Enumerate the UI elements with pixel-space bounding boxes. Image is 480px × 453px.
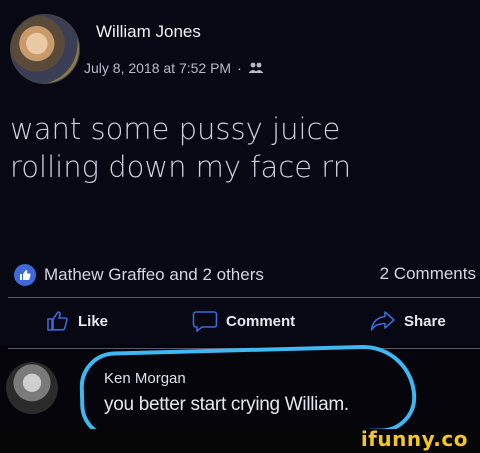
divider bbox=[8, 297, 480, 298]
post-text-line-1: want some pussy juice bbox=[10, 112, 341, 146]
like-button[interactable]: Like bbox=[46, 310, 108, 332]
author-avatar[interactable] bbox=[10, 14, 80, 84]
comment-text: you better start crying William. bbox=[104, 394, 349, 415]
action-bar: Like Comment Share bbox=[0, 310, 480, 340]
reactions-summary[interactable]: Mathew Graffeo and 2 others bbox=[14, 264, 264, 286]
comment-label: Comment bbox=[226, 312, 296, 330]
share-button[interactable]: Share bbox=[370, 310, 446, 332]
meta-separator: · bbox=[237, 60, 242, 76]
post-card: William Jones July 8, 2018 at 7:52 PM · … bbox=[0, 0, 480, 345]
like-label: Like bbox=[78, 312, 109, 330]
comment-icon bbox=[192, 311, 218, 332]
post-text: want some pussy juice rolling down my fa… bbox=[10, 110, 450, 186]
reactions-text: Mathew Graffeo and 2 others bbox=[44, 265, 264, 284]
commenter-avatar[interactable] bbox=[6, 362, 58, 414]
post-timestamp[interactable]: July 8, 2018 at 7:52 PM bbox=[84, 60, 231, 76]
post-meta: July 8, 2018 at 7:52 PM · bbox=[84, 60, 264, 76]
footer-bar: ifunny.co bbox=[0, 427, 480, 453]
like-icon bbox=[14, 264, 36, 286]
comment-button[interactable]: Comment bbox=[192, 310, 295, 332]
friends-icon bbox=[248, 62, 264, 73]
share-label: Share bbox=[404, 312, 446, 330]
author-name[interactable]: William Jones bbox=[96, 22, 201, 42]
commenter-name[interactable]: Ken Morgan bbox=[104, 370, 186, 387]
post-text-line-2: rolling down my face rn bbox=[10, 150, 352, 184]
annotation-circle bbox=[78, 343, 418, 441]
share-icon bbox=[370, 311, 395, 331]
thumbs-up-icon bbox=[47, 311, 68, 331]
comments-count[interactable]: 2 Comments bbox=[380, 264, 476, 284]
ifunny-watermark: ifunny.co bbox=[360, 427, 468, 451]
